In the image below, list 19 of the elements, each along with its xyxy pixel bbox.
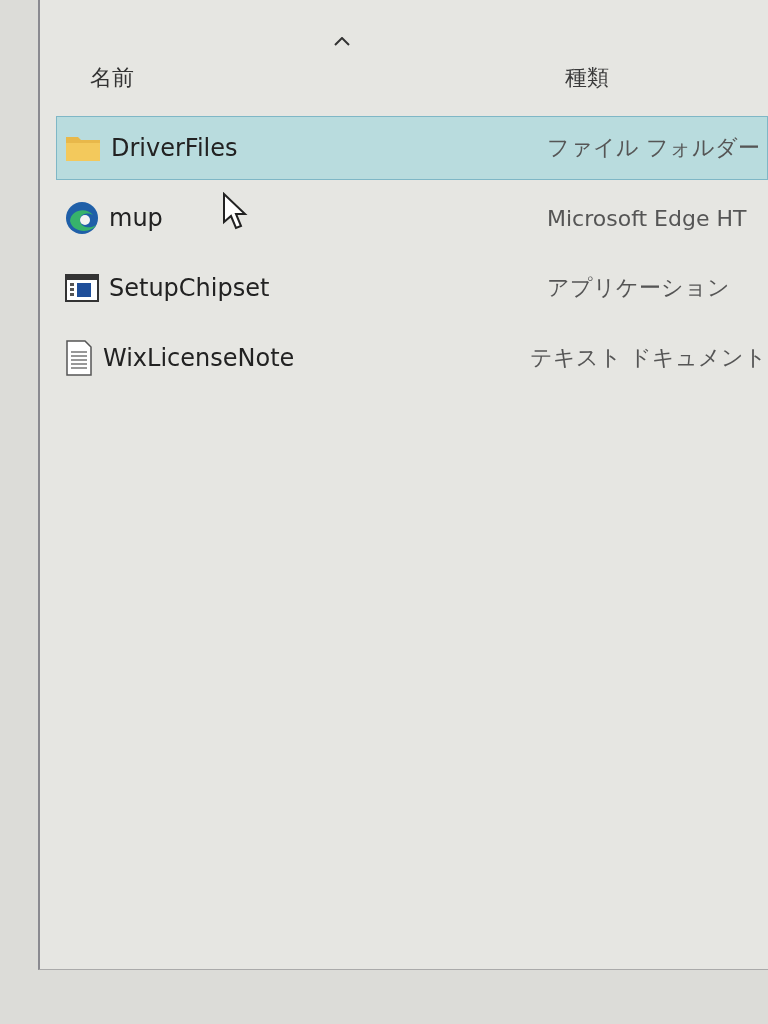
- file-row[interactable]: WixLicenseNote テキスト ドキュメント: [56, 326, 768, 390]
- file-type: ファイル フォルダー: [547, 134, 760, 162]
- file-row[interactable]: DriverFiles ファイル フォルダー: [56, 116, 768, 180]
- application-window-icon: [65, 274, 99, 302]
- file-name: DriverFiles: [111, 134, 238, 162]
- edge-browser-icon: [65, 201, 99, 235]
- file-type: Microsoft Edge HT: [547, 205, 747, 231]
- file-row[interactable]: mup Microsoft Edge HT: [56, 186, 768, 250]
- file-type: テキスト ドキュメント: [530, 344, 767, 372]
- text-document-icon: [65, 340, 93, 376]
- file-name: SetupChipset: [109, 274, 270, 302]
- file-name: WixLicenseNote: [103, 344, 295, 372]
- file-row[interactable]: SetupChipset アプリケーション: [56, 256, 768, 320]
- column-header[interactable]: 種類: [565, 63, 725, 93]
- file-type: アプリケーション: [547, 274, 730, 302]
- file-name: mup: [109, 204, 163, 232]
- column-header[interactable]: 名前: [40, 63, 565, 93]
- folder-icon: [65, 134, 101, 162]
- mouse-pointer-icon: [222, 192, 248, 232]
